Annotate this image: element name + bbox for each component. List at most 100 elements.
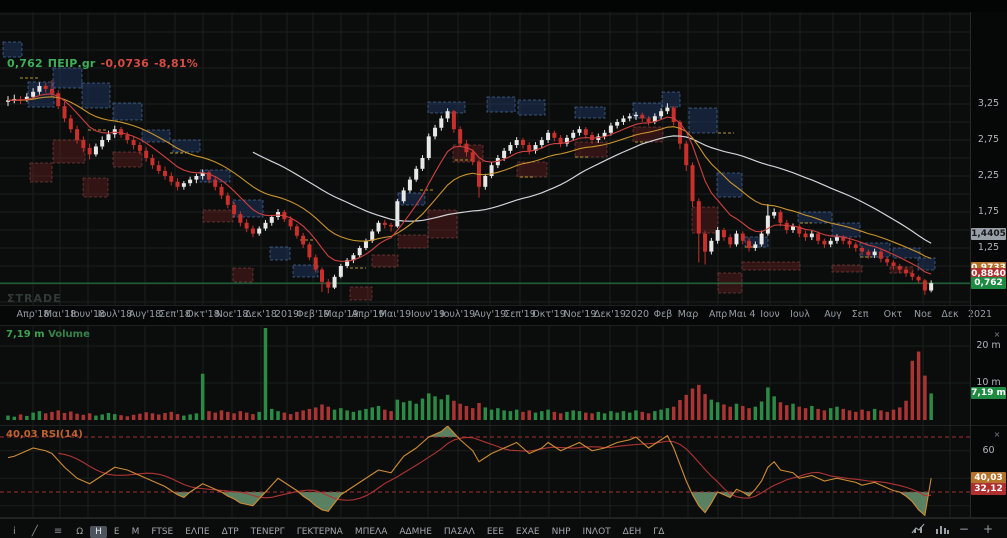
candle-body xyxy=(100,140,104,146)
ticker-shortcut-button[interactable]: ΑΔΜΗΕ xyxy=(394,526,437,538)
volume-bar xyxy=(226,412,230,420)
ticker-shortcut-button[interactable]: ΜΠΕΛΑ xyxy=(350,526,393,538)
candle-body xyxy=(194,176,198,180)
volume-bar xyxy=(408,401,412,420)
candle-body xyxy=(257,229,261,234)
axis-tick: 10 m xyxy=(970,377,1007,388)
volume-bar xyxy=(904,401,908,420)
volume-bar xyxy=(615,413,619,420)
candle-body xyxy=(150,158,154,165)
time-axis-label: Μαι'19 xyxy=(379,309,411,320)
supply-zone xyxy=(270,247,290,260)
candle-body xyxy=(56,93,60,106)
volume-bar xyxy=(540,411,544,420)
volume-bar xyxy=(295,412,299,420)
supply-zone xyxy=(717,173,742,197)
time-axis-label: Σεπ'19 xyxy=(504,309,536,320)
volume-pane[interactable] xyxy=(0,326,970,426)
time-axis-label: Νοε'18 xyxy=(216,309,249,320)
candle-body xyxy=(326,282,330,288)
rsi-badge: 32,12 xyxy=(971,483,1006,495)
volume-bar xyxy=(885,412,889,420)
demand-zone xyxy=(832,265,862,272)
ticker-shortcut-button[interactable]: ΓΔ xyxy=(648,526,669,538)
volume-bar xyxy=(100,414,104,420)
price-chart[interactable] xyxy=(0,12,970,305)
time-axis-label: Αυγ'18 xyxy=(129,309,161,320)
grid xyxy=(0,426,970,518)
demand-zone xyxy=(398,235,428,248)
candle-body xyxy=(395,201,399,226)
candle-body xyxy=(609,126,613,133)
timeframe-button[interactable]: Ε xyxy=(109,526,125,538)
time-axis[interactable]: Απρ'18Μαι'18Ιουν'18Ιουλ'18Αυγ'18Σεπ'18Οκ… xyxy=(0,305,1007,326)
time-axis-label: Ιουλ'18 xyxy=(98,309,132,320)
volume-histogram-icon[interactable] xyxy=(935,523,949,535)
volume-bar xyxy=(772,396,776,420)
candle-body xyxy=(615,122,619,126)
volume-bar xyxy=(747,408,751,420)
candle-body xyxy=(866,252,870,256)
supply-zone xyxy=(662,92,680,107)
rsi-name: RSI(14) xyxy=(41,429,83,440)
candle-body xyxy=(628,116,632,118)
time-axis-label: Δεκ'19 xyxy=(594,309,626,320)
rsi-pane[interactable] xyxy=(0,426,970,518)
candle-body xyxy=(414,169,418,180)
volume-bar xyxy=(389,411,393,420)
ticker-shortcut-button[interactable]: ΠΑΣΑΛ xyxy=(439,526,480,538)
ticker-shortcut-button[interactable]: ΙΝΛΟΤ xyxy=(578,526,616,538)
ticker-shortcut-button[interactable]: ΕΛΠΕ xyxy=(180,526,214,538)
ticker-shortcut-button[interactable]: ΕΧΑΕ xyxy=(511,526,545,538)
volume-bar xyxy=(515,410,519,420)
volume-bar xyxy=(791,404,795,420)
draw-tool-icon[interactable]: ╱ xyxy=(25,525,45,538)
grid xyxy=(0,12,970,305)
layers-tool-icon[interactable]: ≡ xyxy=(47,525,69,538)
ticker-shortcut-button[interactable]: ΔΕΗ xyxy=(618,526,647,538)
volume-bar xyxy=(370,407,374,420)
volume-bar xyxy=(82,415,86,420)
candle-body xyxy=(163,171,167,176)
volume-bar xyxy=(823,410,827,420)
volume-bar xyxy=(433,396,437,420)
candle-body xyxy=(31,92,35,97)
ticker-shortcut-button[interactable]: ΤΕΝΕΡΓ xyxy=(246,526,290,538)
trading-platform: 0,762ΠΕΙΡ.gr-0,0736-8,81% ΣTRADE Απρ'18Μ… xyxy=(0,0,1007,538)
candle-body xyxy=(69,118,73,129)
rsi-pane-close[interactable]: × xyxy=(992,430,1002,440)
demand-zone xyxy=(30,163,52,182)
candle-body xyxy=(333,277,337,288)
candle-body xyxy=(891,262,895,266)
demand-zone xyxy=(372,255,398,267)
volume-bar xyxy=(697,385,701,420)
volume-bar xyxy=(213,413,217,420)
time-axis-label: 2020 xyxy=(625,309,649,320)
candle-body xyxy=(584,129,588,135)
zoom-in-button[interactable]: + xyxy=(983,522,993,536)
ticker-shortcut-button[interactable]: ΝΗΡ xyxy=(547,526,576,538)
timeframe-button[interactable]: Η xyxy=(90,526,107,538)
platform-watermark: ΣTRADE xyxy=(7,292,62,305)
chart-style-icon[interactable] xyxy=(911,523,925,535)
volume-bar xyxy=(666,408,670,420)
candle-body xyxy=(829,241,833,245)
timeframe-button[interactable]: Μ xyxy=(127,526,145,538)
ticker-shortcut-button[interactable]: FTSE xyxy=(146,526,178,538)
timeframe-button[interactable]: Ω xyxy=(71,526,88,538)
supply-zone xyxy=(82,83,110,108)
volume-bar xyxy=(452,401,456,420)
candle-body xyxy=(132,140,136,145)
price-axis[interactable]: 3,252,752,251,751,2520 m10 m60401,44050,… xyxy=(970,12,1007,518)
ticker-header: 0,762ΠΕΙΡ.gr-0,0736-8,81% xyxy=(7,57,203,70)
volume-bar xyxy=(264,328,268,420)
candle-body xyxy=(552,133,556,138)
volume-bar xyxy=(245,413,249,420)
info-tool-icon[interactable]: i xyxy=(6,525,23,538)
ticker-shortcut-button[interactable]: ΕΕΕ xyxy=(482,526,509,538)
volume-pane-close[interactable]: × xyxy=(992,330,1002,340)
ticker-shortcut-button[interactable]: ΔΤΡ xyxy=(217,526,244,538)
ticker-shortcut-button[interactable]: ΓΕΚΤΕΡΝΑ xyxy=(292,526,348,538)
axis-tick: 1,25 xyxy=(970,242,1007,253)
zoom-out-button[interactable]: − xyxy=(959,522,969,536)
